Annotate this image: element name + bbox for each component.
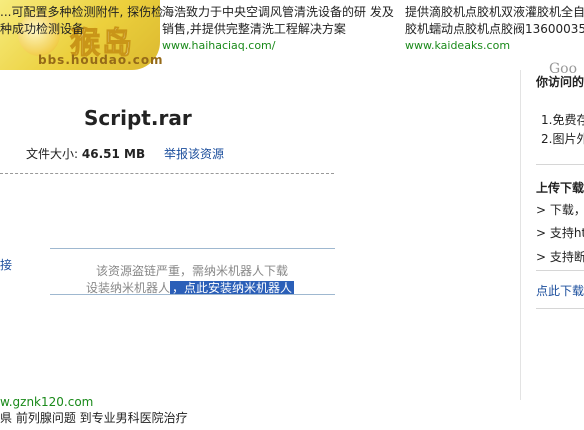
sidebar-border xyxy=(520,70,521,400)
sidebar-download-link[interactable]: 点此下载 xyxy=(536,282,584,299)
notice-top-border xyxy=(50,248,335,249)
sidebar-divider xyxy=(536,270,584,271)
divider-dashed xyxy=(0,173,334,174)
report-link[interactable]: 举报该资源 xyxy=(164,145,224,162)
ad-2-line2[interactable]: 销售,并提供完整清洗工程解决方案 xyxy=(162,21,346,38)
sidebar-divider xyxy=(536,164,584,165)
sidebar-section2-item: > 下载， xyxy=(536,203,584,217)
sidebar-section1-item: 1.免费存 xyxy=(541,113,584,127)
ad-3-line2[interactable]: 胶机蠕动点胶机点胶阀13600035 xyxy=(405,21,584,38)
notice-line2-prefix: 设装纳米机器人 xyxy=(86,281,171,295)
sidebar-section1-item: 2.图片外 xyxy=(541,132,584,146)
bottom-ad-url[interactable]: w.gznk120.com xyxy=(0,395,93,409)
sidebar-divider xyxy=(536,308,584,309)
sidebar-section2-item: > 支持断 xyxy=(536,250,584,264)
logo-url: bbs.houdao.com xyxy=(38,53,164,67)
ad-3-url[interactable]: www.kaideaks.com xyxy=(405,39,510,52)
sidebar-section1-title: 你访问的 xyxy=(536,75,584,89)
ad-1-line2[interactable]: 种成功检测设备 xyxy=(0,21,84,38)
file-size-value: 46.51 MB xyxy=(81,147,146,161)
notice-bottom-border xyxy=(50,294,335,295)
left-link[interactable]: 接 xyxy=(0,256,12,273)
bottom-ad-text[interactable]: 県 前列腺问题 到专业男科医院治疗 xyxy=(0,409,188,426)
file-size: 文件大小: 46.51 MB xyxy=(26,145,145,162)
ad-3-line1[interactable]: 提供滴胶机点胶机双液灌胶机全自 xyxy=(405,4,584,21)
ad-2-line1[interactable]: 海浩致力于中央空调风管清洗设备的研 发及 xyxy=(162,4,394,21)
file-title: Script.rar xyxy=(84,106,192,130)
ad-1-line1[interactable]: ...可配置多种检测附件, 探伤检 xyxy=(0,4,163,21)
notice-line1: 该资源盗链严重，需纳米机器人下载 xyxy=(96,264,289,278)
file-size-label: 文件大小: xyxy=(26,147,79,161)
install-robot-link[interactable]: ，点此安装纳米机器人 xyxy=(170,281,295,295)
sidebar-section2-title: 上传下载 xyxy=(536,181,584,195)
ad-2-url[interactable]: www.haihaciaq.com/ xyxy=(162,39,275,52)
sidebar-section2-item: > 支持htt xyxy=(536,226,584,240)
